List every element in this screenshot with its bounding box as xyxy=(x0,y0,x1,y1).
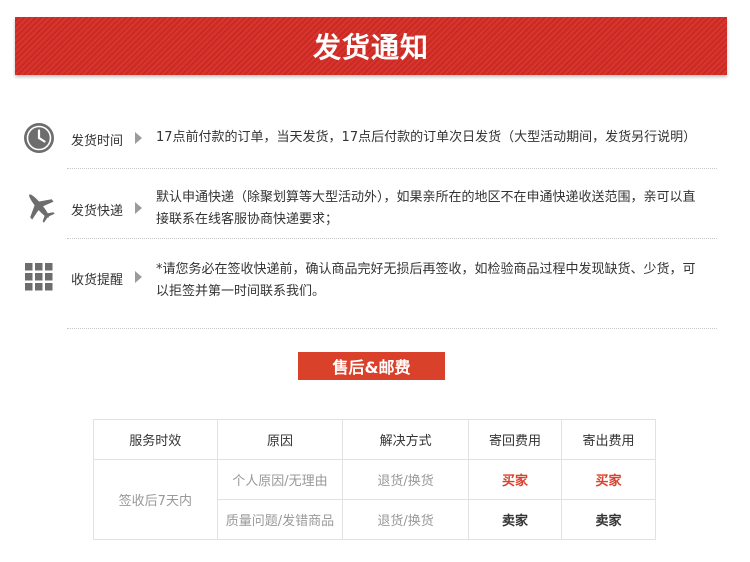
table-row: 签收后7天内 个人原因/无理由 退货/换货 买家 买家 xyxy=(93,459,657,540)
header-return-fee: 寄回费用 xyxy=(467,419,562,460)
header-solution: 解决方式 xyxy=(342,419,469,460)
header-service-period: 服务时效 xyxy=(93,419,218,460)
after-sales-table: 服务时效 原因 解决方式 寄回费用 寄出费用 签收后7天内 个人原因/无理由 退… xyxy=(93,419,657,540)
service-period-cell: 签收后7天内 xyxy=(93,459,218,540)
caret-right-icon xyxy=(135,271,142,283)
send-fee-cell: 买家 xyxy=(560,459,657,500)
reason-cell: 质量问题/发错商品 xyxy=(216,499,344,540)
courier-label: 发货快递 xyxy=(71,204,124,219)
receiving-reminder-row: 收货提醒 *请您务必在签收快递前，确认商品完好无损后再签收，如检验商品过程中发现… xyxy=(22,259,722,309)
courier-row: 发货快递 默认申通快递（除聚划算等大型活动外），如果亲所在的地区不在申通快递收送… xyxy=(22,187,722,237)
divider xyxy=(67,328,717,329)
shipping-time-row: 发货时间 17点前付款的订单，当天发货，17点后付款的订单次日发货（大型活动期间… xyxy=(22,121,722,161)
airplane-icon xyxy=(22,189,56,223)
solution-cell: 退货/换货 xyxy=(342,499,469,540)
divider xyxy=(67,238,717,239)
return-fee-cell: 卖家 xyxy=(467,499,562,540)
receiving-reminder-label: 收货提醒 xyxy=(71,273,124,288)
banner-title: 发货通知 xyxy=(312,31,429,64)
return-fee-cell: 买家 xyxy=(467,459,562,500)
after-sales-title: 售后&邮费 xyxy=(332,358,411,377)
solution-cell: 退货/换货 xyxy=(342,459,469,500)
caret-right-icon xyxy=(135,132,142,144)
send-fee-cell: 卖家 xyxy=(560,499,657,540)
courier-text: 默认申通快递（除聚划算等大型活动外），如果亲所在的地区不在申通快递收送范围，亲可… xyxy=(156,190,696,227)
shipping-notice-banner: 发货通知 xyxy=(15,17,727,75)
table-header-row: 服务时效 原因 解决方式 寄回费用 寄出费用 xyxy=(93,419,657,460)
reason-cell: 个人原因/无理由 xyxy=(216,459,344,500)
grid-icon xyxy=(22,260,56,294)
shipping-time-label: 发货时间 xyxy=(71,134,124,149)
header-reason: 原因 xyxy=(216,419,344,460)
shipping-time-text: 17点前付款的订单，当天发货，17点后付款的订单次日发货（大型活动期间，发货另行… xyxy=(156,130,697,145)
header-send-fee: 寄出费用 xyxy=(560,419,657,460)
after-sales-banner: 售后&邮费 xyxy=(298,352,445,380)
caret-right-icon xyxy=(135,202,142,214)
clock-icon xyxy=(22,121,56,155)
divider xyxy=(67,168,717,169)
receiving-reminder-text: *请您务必在签收快递前，确认商品完好无损后再签收，如检验商品过程中发现缺货、少货… xyxy=(156,262,696,299)
